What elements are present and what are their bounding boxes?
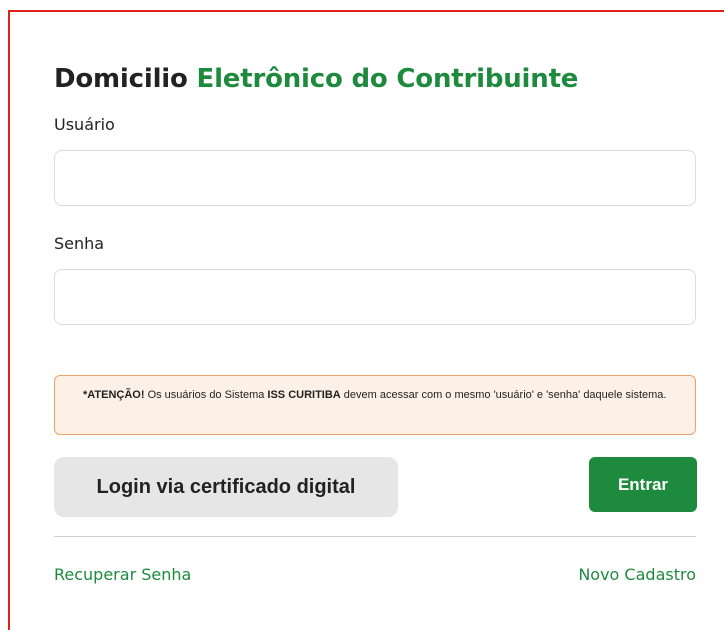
alert-prefix: *ATENÇÃO! [83,389,145,401]
divider [54,536,696,537]
certificate-login-button[interactable]: Login via certificado digital [54,457,398,517]
username-input[interactable] [54,150,696,206]
alert-system-name: ISS CURITIBA [267,389,341,401]
new-registration-link[interactable]: Novo Cadastro [578,565,696,584]
page-title: Domicilio Eletrônico do Contribuinte [54,64,578,94]
password-input[interactable] [54,269,696,325]
title-part-2: Eletrônico do Contribuinte [196,64,579,94]
username-label: Usuário [54,115,115,134]
attention-alert: *ATENÇÃO! Os usuários do Sistema ISS CUR… [54,375,696,435]
alert-text-2: devem acessar com o mesmo 'usuário' e 's… [340,389,667,401]
alert-text-1: Os usuários do Sistema [144,389,268,401]
enter-button[interactable]: Entrar [589,457,697,512]
recover-password-link[interactable]: Recuperar Senha [54,565,191,584]
title-part-1: Domicilio [54,64,197,94]
password-label: Senha [54,234,105,253]
